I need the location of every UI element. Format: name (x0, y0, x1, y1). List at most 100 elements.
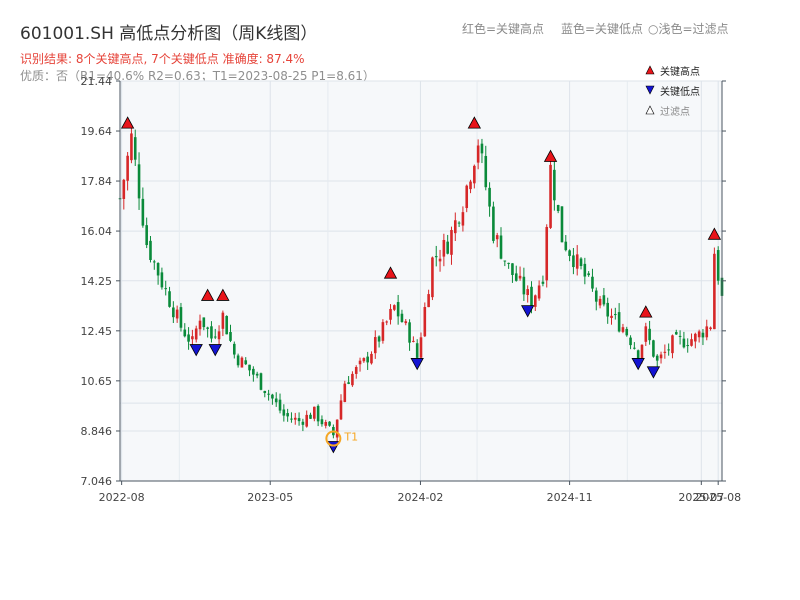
candle-body (198, 320, 202, 330)
candle-body (233, 343, 236, 355)
candle-body (244, 360, 248, 365)
candle-body (160, 272, 164, 288)
x-tick-label: 2025-08 (695, 491, 741, 504)
candle-body (404, 321, 408, 324)
candle-body (320, 419, 324, 425)
candle-body (610, 315, 613, 318)
candle-body (252, 368, 255, 375)
y-tick-label: 16.04 (81, 225, 113, 238)
candle-body (354, 367, 358, 374)
candle-body (461, 212, 465, 226)
candle-body (202, 317, 206, 328)
y-tick-label: 10.65 (81, 375, 113, 388)
candle-body (366, 356, 369, 363)
candle-body (301, 421, 305, 425)
candle-body (644, 326, 648, 342)
candle-body (674, 332, 678, 335)
candle-body (175, 309, 179, 319)
candle-body (122, 179, 126, 199)
candle-body (545, 226, 549, 281)
candle-body (716, 250, 720, 281)
candle-body (133, 137, 137, 160)
x-tick-label: 2024-11 (547, 491, 593, 504)
candle-body (587, 273, 590, 276)
candle-body (156, 263, 160, 276)
candle-body (274, 398, 278, 403)
candle-body (636, 350, 640, 359)
candle-body (526, 289, 529, 296)
candle-body (476, 145, 480, 163)
candle-body (278, 399, 282, 411)
y-tick-label: 14.25 (81, 275, 113, 288)
candle-body (396, 302, 400, 317)
candle-body (488, 187, 491, 207)
candle-body (358, 360, 362, 365)
candle-body (393, 305, 396, 310)
candle-body (606, 302, 609, 317)
candle-body (457, 222, 461, 224)
candle-body (560, 206, 564, 243)
candle-body (206, 327, 209, 329)
candle-body (389, 308, 392, 320)
color-hint-red: 红色=关键高点 (462, 21, 544, 36)
candle-body (191, 336, 194, 340)
candle-body (652, 340, 655, 357)
candle-body (663, 351, 667, 353)
candle-body (126, 155, 129, 181)
candle-body (697, 331, 701, 338)
candle-body (614, 314, 617, 316)
candle-body (709, 327, 712, 330)
candle-body (282, 409, 286, 416)
candle-body (236, 355, 240, 366)
candle-body (309, 414, 312, 419)
candle-body (259, 373, 263, 390)
candle-body (549, 164, 552, 228)
candle-body (480, 143, 484, 154)
candle-body (499, 235, 503, 259)
candle-body (377, 336, 381, 342)
candle-body (473, 165, 476, 184)
candle-body (682, 338, 686, 348)
candle-body (210, 326, 213, 339)
candle-body (633, 347, 636, 349)
candle-body (701, 332, 705, 338)
color-hint-light: ○浅色=过滤点 (648, 22, 729, 36)
y-tick-label: 12.45 (81, 325, 113, 338)
candle-body (351, 373, 354, 386)
candle-body (183, 329, 187, 337)
candle-body (263, 390, 267, 394)
candle-body (221, 312, 225, 329)
candle-body (514, 273, 518, 281)
candle-body (602, 295, 606, 305)
candle-body (164, 288, 168, 290)
candle-body (564, 241, 568, 251)
candle-body (141, 198, 145, 226)
candle-body (450, 229, 453, 255)
y-tick-label: 8.846 (81, 425, 113, 438)
candle-body (530, 286, 533, 308)
candle-body (503, 260, 507, 262)
candle-body (507, 262, 510, 264)
y-tick-label: 17.84 (81, 175, 113, 188)
candle-body (217, 331, 221, 340)
candle-body (492, 206, 495, 241)
candle-body (427, 294, 430, 308)
candle-body (655, 355, 659, 361)
candle-body (370, 353, 373, 364)
candle-body (423, 307, 427, 337)
candle-body (511, 263, 514, 276)
candle-body (286, 413, 289, 417)
candle-body (583, 263, 587, 277)
legend-low-label: 关键低点 (660, 85, 700, 98)
candle-body (324, 422, 328, 426)
legend-high-marker (645, 65, 655, 75)
candle-body (446, 241, 449, 254)
candle-body (328, 421, 331, 426)
candle-body (255, 373, 259, 376)
candle-body (694, 333, 697, 342)
candle-body (290, 418, 293, 420)
candle-body (408, 322, 411, 343)
candle-body (537, 285, 541, 299)
candle-body (621, 327, 625, 332)
y-tick-label: 7.046 (81, 475, 113, 488)
